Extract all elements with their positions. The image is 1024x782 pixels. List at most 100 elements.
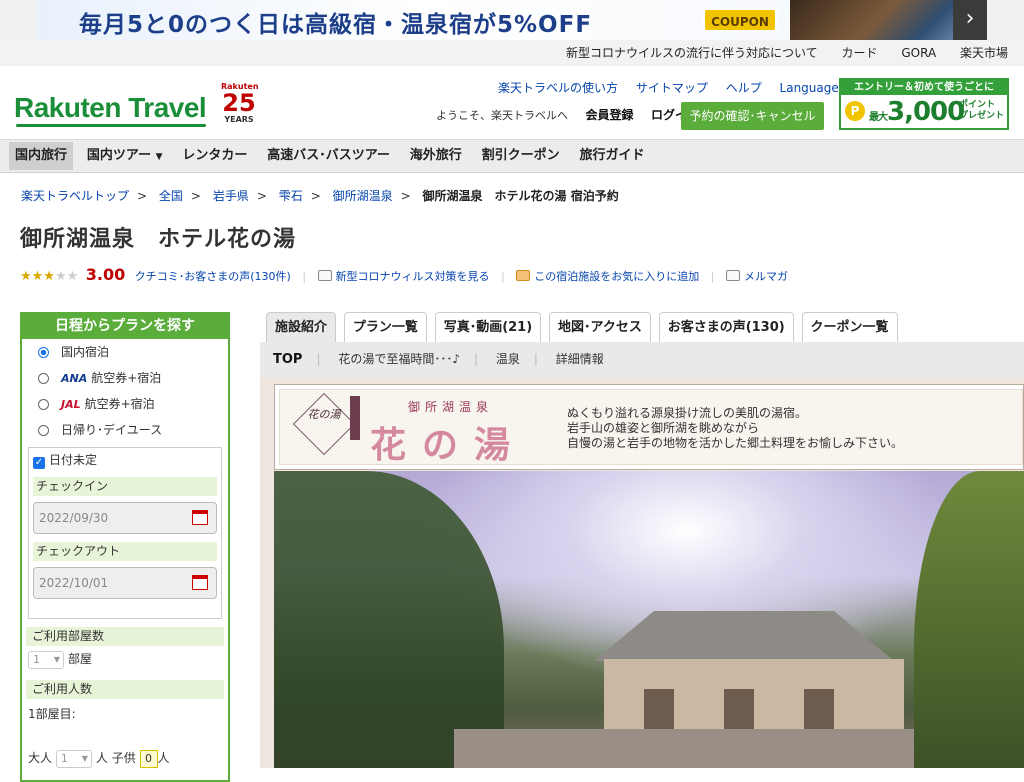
option-label: 航空券+宿泊: [91, 371, 162, 385]
promo-banner-row: 毎月5と0のつく日は高級宿・温泉宿が5%OFF COUPON ›: [0, 0, 1024, 40]
chevron-right-icon[interactable]: ›: [953, 0, 987, 40]
photo-trees-left: [274, 471, 504, 768]
chevron-down-icon: ▼: [81, 753, 88, 763]
util-link-covid[interactable]: 新型コロナウイルスの流行に伴う対応について: [566, 46, 818, 60]
rakuten-travel-logo[interactable]: Rakuten Travel: [14, 92, 207, 127]
emblem-text: 花の湯: [307, 408, 341, 421]
rooms-row: 1 ▼ 部屋: [22, 646, 228, 672]
favorite-icon: [516, 270, 531, 281]
promo-banner[interactable]: 毎月5と0のつく日は高級宿・温泉宿が5%OFF COUPON ›: [37, 0, 987, 40]
nav-domestic-tour-label: 国内ツアー: [86, 148, 152, 163]
checkout-input[interactable]: 2022/10/01: [33, 567, 217, 599]
util-link-card[interactable]: カード: [842, 46, 878, 60]
entry-point-label: ポイント プレゼント: [959, 100, 1004, 122]
child-unit: 人: [157, 751, 170, 765]
rooms-select[interactable]: 1 ▼: [28, 650, 64, 669]
nav-overseas[interactable]: 海外旅行: [404, 142, 468, 170]
photo-window: [644, 689, 674, 729]
nav-domestic-tour[interactable]: 国内ツアー ▼: [81, 142, 169, 170]
undated-checkbox[interactable]: ✓ 日付未定: [33, 452, 217, 469]
nav-coupon[interactable]: 割引クーポン: [476, 142, 566, 170]
hotel-tabs: 施設紹介 プラン一覧 写真･動画(21) 地図･アクセス お客さまの声(130)…: [266, 312, 902, 342]
tab-facility[interactable]: 施設紹介: [266, 312, 337, 342]
reviews-link[interactable]: クチコミ･お客さまの声(130件): [135, 270, 291, 283]
nav-guide[interactable]: 旅行ガイド: [573, 142, 650, 170]
radio-button[interactable]: [38, 425, 49, 436]
adult-label: 大人: [28, 751, 53, 765]
calendar-icon[interactable]: [192, 510, 208, 525]
tab-coupons[interactable]: クーポン一覧: [801, 312, 898, 342]
breadcrumb-all[interactable]: 全国: [159, 189, 183, 203]
banner-text: 毎月5と0のつく日は高級宿・温泉宿が5%OFF: [79, 12, 593, 38]
subnav-top[interactable]: TOP: [273, 352, 302, 367]
radio-button[interactable]: [38, 373, 49, 384]
photo-window: [804, 689, 834, 729]
divider: |: [302, 270, 307, 283]
util-link-gora[interactable]: GORA: [901, 46, 936, 60]
option-domestic[interactable]: 国内宿泊: [22, 339, 228, 365]
child-count[interactable]: 0: [139, 749, 158, 768]
divider: |: [474, 352, 479, 366]
languages-label: Languages: [779, 81, 846, 95]
tab-plans[interactable]: プラン一覧: [343, 312, 427, 342]
reservation-confirm-button[interactable]: 予約の確認･キャンセル: [681, 102, 824, 130]
page-title: 御所湖温泉 ホテル花の湯: [20, 227, 297, 252]
utility-links: 新型コロナウイルスの流行に伴う対応について カード GORA 楽天市場: [0, 40, 1024, 66]
checkmark-icon[interactable]: ✓: [33, 457, 45, 469]
entry-amount-value: 3,000: [887, 97, 965, 127]
25-years-badge: Rakuten 25 YEARS: [221, 82, 259, 128]
divider: |: [316, 352, 321, 366]
option-ana[interactable]: ANA 航空券+宿泊: [22, 365, 228, 391]
checkin-input[interactable]: 2022/09/30: [33, 502, 217, 534]
adult-unit: 人: [95, 751, 108, 765]
entry-max: 最大: [869, 112, 888, 123]
photo-ground: [454, 729, 924, 768]
mail-icon: [726, 270, 740, 281]
register-link[interactable]: 会員登録: [586, 108, 634, 122]
breadcrumb-top[interactable]: 楽天トラベルトップ: [21, 189, 129, 203]
checkin-label: チェックイン: [33, 477, 217, 496]
subnav-onsen[interactable]: 温泉: [496, 352, 520, 366]
tab-reviews[interactable]: お客さまの声(130): [658, 312, 794, 342]
rating-score: 3.00: [85, 265, 126, 284]
header-link-howto[interactable]: 楽天トラベルの使い方: [498, 81, 618, 95]
util-link-ichiba[interactable]: 楽天市場: [960, 46, 1008, 60]
date-box: ✓ 日付未定 チェックイン 2022/09/30 チェックアウト 2022/10/…: [28, 447, 222, 619]
radio-button[interactable]: [38, 347, 49, 358]
breadcrumb-iwate[interactable]: 岩手県: [213, 189, 249, 203]
photo-roof: [594, 611, 894, 661]
entry-point-line2: プレゼント: [959, 111, 1005, 121]
radio-button[interactable]: [38, 399, 49, 410]
adult-select[interactable]: 1 ▼: [55, 749, 92, 768]
nav-domestic[interactable]: 国内旅行: [9, 142, 74, 170]
sub-nav: TOP | 花の湯で至福時間･･･♪ | 温泉 | 詳細情報: [260, 342, 1024, 378]
header-link-sitemap[interactable]: サイトマップ: [636, 81, 708, 95]
subnav-bliss[interactable]: 花の湯で至福時間･･･♪: [338, 352, 460, 366]
nav-bus[interactable]: 高速バス･バスツアー: [261, 142, 396, 170]
tab-photos[interactable]: 写真･動画(21): [434, 312, 542, 342]
option-dayuse[interactable]: 日帰り･デイユース: [22, 417, 228, 443]
welcome-text: ようこそ、楽天トラベルへ: [436, 109, 568, 122]
covid-icon: [317, 270, 332, 281]
nav-rentacar[interactable]: レンタカー: [176, 142, 253, 170]
subnav-details[interactable]: 詳細情報: [556, 352, 604, 366]
favorite-link[interactable]: この宿泊施設をお気に入りに追加: [534, 270, 699, 283]
rooms-select-value: 1: [33, 652, 40, 666]
breadcrumb-shizukuishi[interactable]: 雫石: [279, 189, 303, 203]
hotel-description: ぬくもり溢れる源泉掛け流しの美肌の湯宿。 岩手山の雄姿と御所湖を眺めながら 自慢…: [567, 406, 903, 451]
calendar-icon[interactable]: [192, 575, 208, 590]
adult-select-value: 1: [60, 751, 68, 765]
entry-campaign-banner[interactable]: エントリー＆初めて使うごとに P 最大3,000 ポイント プレゼント: [839, 78, 1009, 130]
option-jal[interactable]: JAL 航空券+宿泊: [22, 391, 228, 417]
checkin-value: 2022/09/30: [39, 511, 109, 525]
header-link-help[interactable]: ヘルプ: [726, 81, 762, 95]
vertical-tag: [350, 396, 360, 440]
covid-link[interactable]: 新型コロナウィルス対策を見る: [336, 270, 490, 283]
breadcrumb-goshoko[interactable]: 御所湖温泉: [333, 189, 393, 203]
guests-label: ご利用人数: [26, 680, 224, 699]
hotel-emblem-icon: [292, 392, 356, 456]
tab-map[interactable]: 地図･アクセス: [549, 312, 651, 342]
mailmag-link[interactable]: メルマガ: [744, 270, 788, 283]
divider: |: [501, 270, 505, 283]
entry-amount: 最大3,000: [869, 97, 965, 127]
